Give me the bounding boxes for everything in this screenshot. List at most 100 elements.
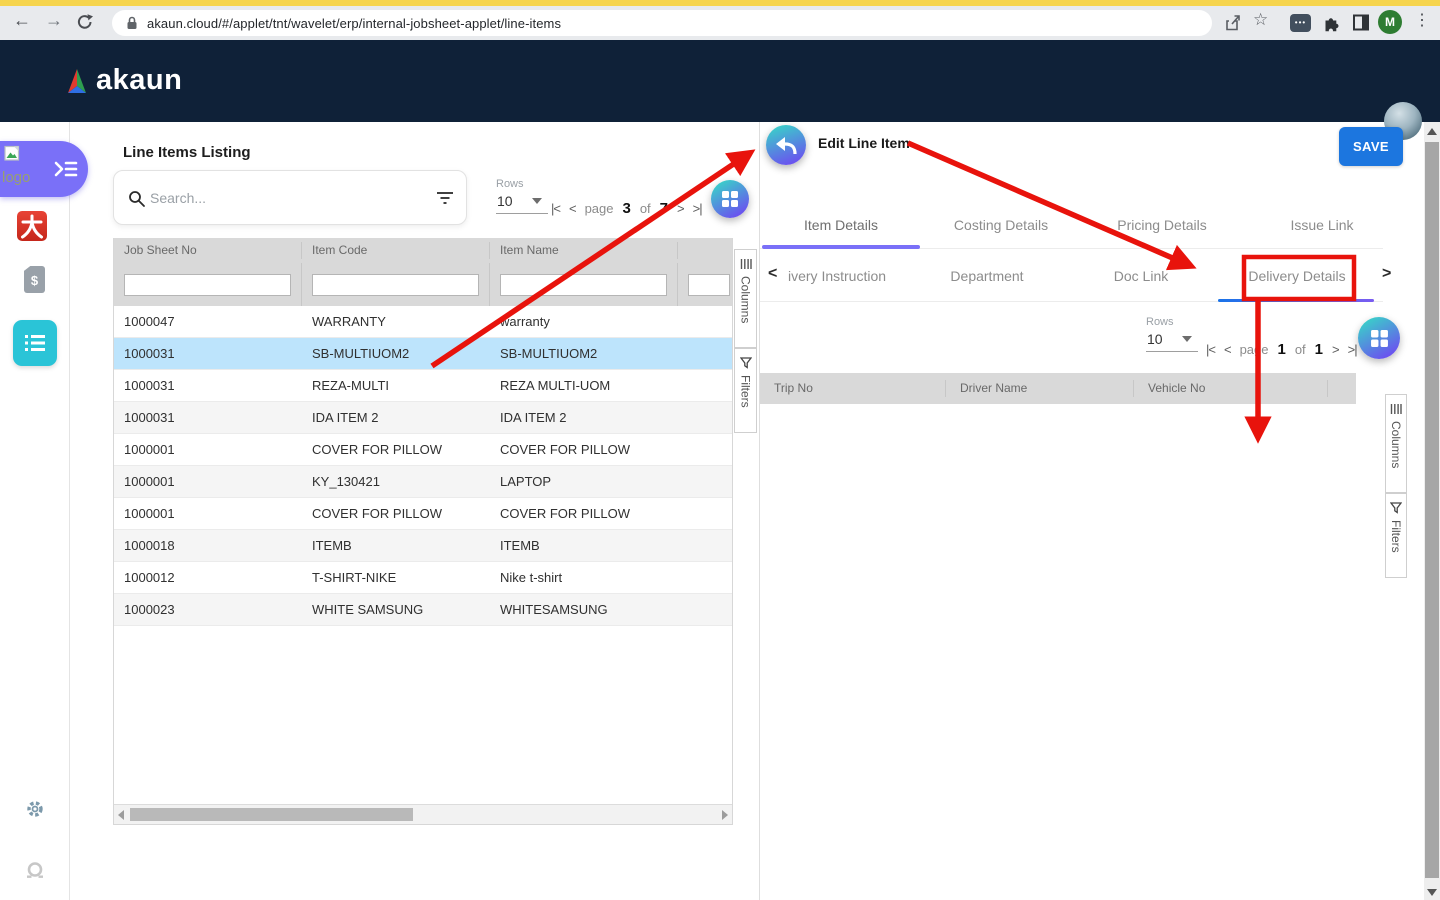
brand-logo[interactable]: akaun bbox=[64, 64, 182, 97]
extensions-puzzle-icon[interactable] bbox=[1322, 13, 1341, 32]
prev-page-button[interactable]: < bbox=[569, 201, 576, 216]
address-bar[interactable]: akaun.cloud/#/applet/tnt/wavelet/erp/int… bbox=[112, 10, 1212, 36]
table-cell: warranty bbox=[490, 314, 678, 329]
filter-cell bbox=[302, 263, 490, 306]
column-header[interactable]: Job Sheet No bbox=[114, 242, 302, 259]
edit-line-item-panel: Edit Line Item SAVE Item Details Costing… bbox=[760, 122, 1383, 900]
tab-delivery-details[interactable]: Delivery Details bbox=[1217, 250, 1377, 302]
rows-per-page-select[interactable]: 10 bbox=[1146, 328, 1198, 352]
chevron-down-icon bbox=[532, 198, 542, 204]
profile-person-icon[interactable] bbox=[25, 861, 45, 881]
table-cell: 1000018 bbox=[114, 538, 302, 553]
first-page-button[interactable]: |< bbox=[1206, 342, 1215, 357]
filter-input[interactable] bbox=[500, 274, 667, 296]
tab-doc-link[interactable]: Doc Link bbox=[1061, 250, 1221, 302]
tabs-scroll-left-icon[interactable]: < bbox=[768, 265, 777, 283]
delivery-table-header-row: Trip No Driver Name Vehicle No bbox=[760, 373, 1383, 404]
table-cell: ITEMB bbox=[490, 538, 678, 553]
search-input[interactable] bbox=[150, 185, 410, 211]
split-screen-icon[interactable] bbox=[1352, 13, 1371, 32]
table-row[interactable]: 1000047WARRANTYwarranty bbox=[114, 306, 732, 338]
filters-side-tab[interactable]: Filters bbox=[734, 348, 757, 433]
back-button[interactable] bbox=[766, 125, 806, 165]
filter-input[interactable] bbox=[688, 274, 730, 296]
cjk-character-icon bbox=[17, 211, 47, 241]
table-row[interactable]: 1000012T-SHIRT-NIKENike t-shirt bbox=[114, 562, 732, 594]
browser-reload-icon[interactable] bbox=[76, 13, 94, 31]
horizontal-scrollbar[interactable] bbox=[114, 804, 732, 824]
sidebar-logo-pill[interactable]: logo bbox=[0, 141, 88, 197]
funnel-icon bbox=[1390, 502, 1402, 514]
scroll-left-icon[interactable] bbox=[118, 810, 124, 820]
table-cell: REZA-MULTI bbox=[302, 378, 490, 393]
filter-input[interactable] bbox=[312, 274, 479, 296]
scroll-down-icon[interactable] bbox=[1427, 889, 1437, 896]
settings-gear-icon[interactable] bbox=[25, 799, 45, 819]
last-page-button[interactable]: >| bbox=[1348, 342, 1357, 357]
columns-side-tab[interactable]: Columns bbox=[1385, 394, 1407, 493]
next-page-button[interactable]: > bbox=[1332, 342, 1339, 357]
grid-view-button[interactable] bbox=[711, 180, 749, 218]
browser-back-icon[interactable]: ← bbox=[10, 10, 34, 31]
tab-issue-link[interactable]: Issue Link bbox=[1242, 200, 1402, 249]
table-row[interactable]: 1000018ITEMBITEMB bbox=[114, 530, 732, 562]
sidebar-expand-icon[interactable] bbox=[53, 158, 79, 180]
table-row[interactable]: 1000031SB-MULTIUOM2SB-MULTIUOM2 bbox=[114, 338, 732, 370]
tab-department[interactable]: Department bbox=[907, 250, 1067, 302]
tab-pricing-details[interactable]: Pricing Details bbox=[1082, 200, 1242, 249]
rows-label: Rows bbox=[496, 178, 556, 190]
table-row[interactable]: 1000031IDA ITEM 2IDA ITEM 2 bbox=[114, 402, 732, 434]
tab-item-details[interactable]: Item Details bbox=[762, 200, 920, 249]
table-cell: COVER FOR PILLOW bbox=[490, 442, 678, 457]
table-cell: COVER FOR PILLOW bbox=[302, 442, 490, 457]
prev-page-button[interactable]: < bbox=[1224, 342, 1231, 357]
pinned-extension-icon[interactable]: ••• bbox=[1290, 14, 1311, 32]
column-header[interactable]: Trip No bbox=[760, 380, 946, 397]
filter-input[interactable] bbox=[124, 274, 291, 296]
tab-delivery-instruction[interactable]: ivery Instruction bbox=[788, 250, 902, 302]
table-row[interactable]: 1000001KY_130421LAPTOP bbox=[114, 466, 732, 498]
sidebar-app-icon-dollar[interactable]: $ bbox=[24, 266, 45, 293]
table-cell: SB-MULTIUOM2 bbox=[490, 346, 678, 361]
table-row[interactable]: 1000031REZA-MULTIREZA MULTI-UOM bbox=[114, 370, 732, 402]
table-row[interactable]: 1000001COVER FOR PILLOWCOVER FOR PILLOW bbox=[114, 434, 732, 466]
page-scrollbar[interactable] bbox=[1424, 122, 1440, 900]
columns-side-tab[interactable]: Columns bbox=[734, 249, 757, 348]
save-button[interactable]: SAVE bbox=[1339, 127, 1403, 166]
table-row[interactable]: 1000001COVER FOR PILLOWCOVER FOR PILLOW bbox=[114, 498, 732, 530]
active-tab-underline bbox=[762, 245, 920, 249]
rows-value: 10 bbox=[1147, 331, 1163, 347]
column-header[interactable]: Item Name bbox=[490, 242, 678, 259]
browser-menu-icon[interactable]: ⋮ bbox=[1414, 10, 1430, 30]
search-icon bbox=[128, 190, 146, 208]
rows-value: 10 bbox=[497, 193, 513, 209]
table-cell: 1000047 bbox=[114, 314, 302, 329]
next-page-button[interactable]: > bbox=[677, 201, 684, 216]
share-icon[interactable] bbox=[1224, 14, 1242, 32]
column-header[interactable]: Vehicle No bbox=[1134, 380, 1328, 397]
first-page-button[interactable]: |< bbox=[551, 201, 560, 216]
scroll-up-icon[interactable] bbox=[1427, 128, 1437, 135]
tabs-scroll-right-icon[interactable]: > bbox=[1382, 265, 1391, 283]
tab-costing-details[interactable]: Costing Details bbox=[920, 200, 1082, 249]
filters-side-tab[interactable]: Filters bbox=[1385, 493, 1407, 578]
sidebar-app-icon-red[interactable] bbox=[17, 211, 47, 241]
column-header[interactable]: Item Code bbox=[302, 242, 490, 259]
column-header[interactable]: Driver Name bbox=[946, 380, 1134, 397]
table-row[interactable]: 1000023WHITE SAMSUNGWHITESAMSUNG bbox=[114, 594, 732, 626]
sidebar-app-icon-list-active[interactable] bbox=[13, 320, 57, 366]
scrollbar-thumb[interactable] bbox=[130, 808, 413, 821]
bookmark-star-icon[interactable]: ☆ bbox=[1253, 10, 1268, 30]
rows-per-page-select[interactable]: 10 bbox=[496, 190, 548, 214]
browser-forward-icon[interactable]: → bbox=[42, 10, 66, 31]
browser-profile-avatar[interactable]: M bbox=[1378, 10, 1402, 34]
lock-icon bbox=[126, 16, 138, 30]
scrollbar-thumb[interactable] bbox=[1425, 142, 1439, 878]
rows-per-page-widget: Rows 10 bbox=[1146, 316, 1206, 352]
grid-view-button[interactable] bbox=[1358, 317, 1400, 359]
last-page-button[interactable]: >| bbox=[693, 201, 702, 216]
total-pages: 1 bbox=[1315, 341, 1323, 358]
scroll-right-icon[interactable] bbox=[722, 810, 728, 820]
column-header[interactable] bbox=[678, 242, 732, 259]
filter-sort-icon[interactable] bbox=[436, 191, 454, 205]
